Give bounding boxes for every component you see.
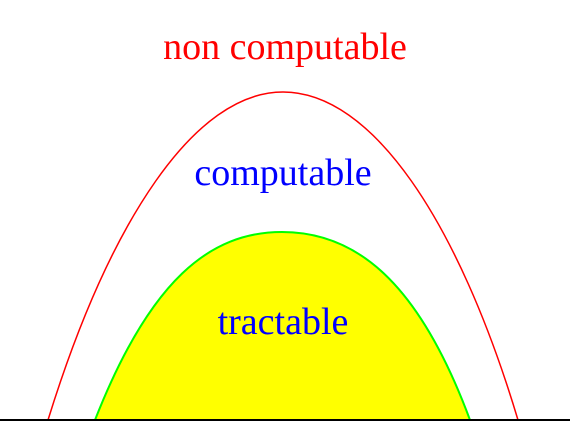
complexity-classes-diagram: non computable computable tractable — [0, 26, 570, 421]
non-computable-label: non computable — [163, 26, 407, 68]
tractable-label: tractable — [218, 301, 349, 343]
computable-label: computable — [194, 152, 371, 194]
